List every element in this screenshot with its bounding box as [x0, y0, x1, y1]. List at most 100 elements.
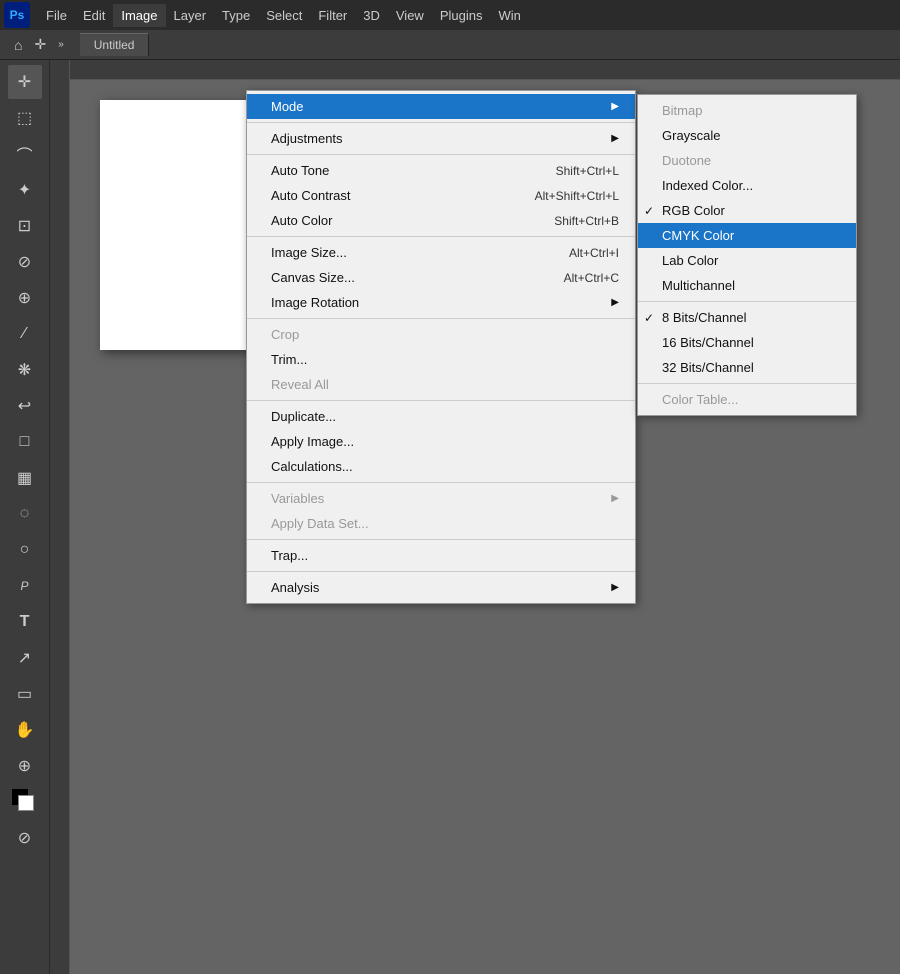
ruler-left: [50, 60, 70, 974]
auto-color-shortcut: Shift+Ctrl+B: [554, 214, 619, 228]
menu-bar: Ps File Edit Image Layer Type Select Fil…: [0, 0, 900, 30]
tool-gradient[interactable]: ▦: [8, 461, 42, 495]
mode-submenu-section-2: ✓ 8 Bits/Channel 16 Bits/Channel 32 Bits…: [638, 302, 856, 384]
mode-indexed-color[interactable]: Indexed Color...: [638, 173, 856, 198]
image-menu-apply-image[interactable]: Apply Image...: [247, 429, 635, 454]
tool-type[interactable]: T: [8, 605, 42, 639]
image-menu-section-duplicate: Duplicate... Apply Image... Calculations…: [247, 401, 635, 483]
duplicate-label: Duplicate...: [271, 409, 619, 424]
tool-dodge[interactable]: ○: [8, 533, 42, 567]
crop-label: Crop: [271, 327, 619, 342]
tool-magic-wand[interactable]: ✦: [8, 173, 42, 207]
tool-panel: ✛ ⬚ ⌒ ✦ ⊡ ⊘ ⊕ ∕ ❋ ↩ □ ▦ ◌ ○ P T ↗ ▭ ✋ ⊕ …: [0, 60, 50, 974]
tool-eyedropper[interactable]: ⊘: [8, 245, 42, 279]
tool-eraser[interactable]: □: [8, 425, 42, 459]
tool-brush[interactable]: ∕: [8, 317, 42, 351]
tool-zoom[interactable]: ⊕: [8, 749, 42, 783]
image-menu-adjustments[interactable]: Adjustments ▶: [247, 126, 635, 151]
mode-rgb-color[interactable]: ✓ RGB Color: [638, 198, 856, 223]
image-menu-auto-contrast[interactable]: Auto Contrast Alt+Shift+Ctrl+L: [247, 183, 635, 208]
image-menu-canvas-size[interactable]: Canvas Size... Alt+Ctrl+C: [247, 265, 635, 290]
image-menu-trap[interactable]: Trap...: [247, 543, 635, 568]
menu-file[interactable]: File: [38, 4, 75, 27]
image-menu-mode-arrow: ▶: [611, 101, 619, 112]
image-rotation-label: Image Rotation: [271, 295, 601, 310]
image-menu-image-size[interactable]: Image Size... Alt+Ctrl+I: [247, 240, 635, 265]
mode-cmyk-color-label: CMYK Color: [662, 228, 734, 243]
menu-view[interactable]: View: [388, 4, 432, 27]
mode-16bit[interactable]: 16 Bits/Channel: [638, 330, 856, 355]
tool-move[interactable]: ✛: [8, 65, 42, 99]
tool-path[interactable]: ↗: [8, 641, 42, 675]
tool-colors[interactable]: [8, 785, 42, 819]
menu-win[interactable]: Win: [490, 4, 528, 27]
tool-pen[interactable]: P: [8, 569, 42, 603]
mode-32bit-label: 32 Bits/Channel: [662, 360, 754, 375]
mode-duotone[interactable]: Duotone: [638, 148, 856, 173]
canvas-size-shortcut: Alt+Ctrl+C: [564, 271, 619, 285]
trim-label: Trim...: [271, 352, 619, 367]
auto-color-label: Auto Color: [271, 213, 524, 228]
mode-bitmap[interactable]: Bitmap: [638, 98, 856, 123]
mode-color-table[interactable]: Color Table...: [638, 387, 856, 412]
mode-lab-color[interactable]: Lab Color: [638, 248, 856, 273]
menu-plugins[interactable]: Plugins: [432, 4, 491, 27]
variables-label: Variables: [271, 491, 601, 506]
image-menu-section-trap: Trap...: [247, 540, 635, 572]
tool-hand[interactable]: ✋: [8, 713, 42, 747]
tool-marquee[interactable]: ⬚: [8, 101, 42, 135]
image-menu-auto-tone[interactable]: Auto Tone Shift+Ctrl+L: [247, 158, 635, 183]
mode-multichannel[interactable]: Multichannel: [638, 273, 856, 298]
menu-type[interactable]: Type: [214, 4, 258, 27]
mode-8bit[interactable]: ✓ 8 Bits/Channel: [638, 305, 856, 330]
mode-submenu-section-3: Color Table...: [638, 384, 856, 415]
mode-grayscale[interactable]: Grayscale: [638, 123, 856, 148]
toolbar-move-icon[interactable]: ✛: [28, 32, 52, 57]
tool-history[interactable]: ↩: [8, 389, 42, 423]
image-menu-reveal-all[interactable]: Reveal All: [247, 372, 635, 397]
menu-select[interactable]: Select: [258, 4, 310, 27]
image-menu-calculations[interactable]: Calculations...: [247, 454, 635, 479]
mode-32bit[interactable]: 32 Bits/Channel: [638, 355, 856, 380]
document-tab[interactable]: Untitled: [80, 33, 150, 56]
menu-edit[interactable]: Edit: [75, 4, 113, 27]
image-menu-section-auto: Auto Tone Shift+Ctrl+L Auto Contrast Alt…: [247, 155, 635, 237]
image-menu-analysis[interactable]: Analysis ▶: [247, 575, 635, 600]
image-menu-section-size: Image Size... Alt+Ctrl+I Canvas Size... …: [247, 237, 635, 319]
tool-healing[interactable]: ⊕: [8, 281, 42, 315]
tool-mode[interactable]: ⊘: [8, 821, 42, 855]
image-menu-section-crop: Crop Trim... Reveal All: [247, 319, 635, 401]
tool-crop[interactable]: ⊡: [8, 209, 42, 243]
mode-cmyk-color[interactable]: CMYK Color: [638, 223, 856, 248]
canvas-area: Mode ▶ Bitmap Grayscale Duotone: [50, 60, 900, 974]
image-menu-duplicate[interactable]: Duplicate...: [247, 404, 635, 429]
trap-label: Trap...: [271, 548, 619, 563]
image-rotation-arrow: ▶: [611, 297, 619, 308]
image-size-shortcut: Alt+Ctrl+I: [569, 246, 619, 260]
mode-16bit-label: 16 Bits/Channel: [662, 335, 754, 350]
image-menu-variables[interactable]: Variables ▶: [247, 486, 635, 511]
mode-submenu: Bitmap Grayscale Duotone Indexed Color..…: [637, 94, 857, 416]
menu-image[interactable]: Image: [113, 4, 165, 27]
toolbar-arrow-icon[interactable]: »: [52, 35, 70, 54]
tool-shape[interactable]: ▭: [8, 677, 42, 711]
image-menu-mode[interactable]: Mode ▶ Bitmap Grayscale Duotone: [247, 94, 635, 119]
menu-filter[interactable]: Filter: [310, 4, 355, 27]
rgb-checkmark: ✓: [644, 204, 654, 218]
menu-layer[interactable]: Layer: [166, 4, 215, 27]
image-menu-section-variables: Variables ▶ Apply Data Set...: [247, 483, 635, 540]
tool-blur[interactable]: ◌: [8, 497, 42, 531]
image-menu-image-rotation[interactable]: Image Rotation ▶: [247, 290, 635, 315]
image-menu-auto-color[interactable]: Auto Color Shift+Ctrl+B: [247, 208, 635, 233]
image-menu-apply-data-set[interactable]: Apply Data Set...: [247, 511, 635, 536]
toolbar-home-icon[interactable]: ⌂: [8, 33, 28, 57]
menu-3d[interactable]: 3D: [355, 4, 388, 27]
image-menu-trim[interactable]: Trim...: [247, 347, 635, 372]
image-menu-crop[interactable]: Crop: [247, 322, 635, 347]
tool-stamp[interactable]: ❋: [8, 353, 42, 387]
mode-submenu-section-1: Bitmap Grayscale Duotone Indexed Color..…: [638, 95, 856, 302]
auto-tone-label: Auto Tone: [271, 163, 526, 178]
image-size-label: Image Size...: [271, 245, 539, 260]
mode-rgb-color-label: RGB Color: [662, 203, 725, 218]
tool-lasso[interactable]: ⌒: [8, 137, 42, 171]
